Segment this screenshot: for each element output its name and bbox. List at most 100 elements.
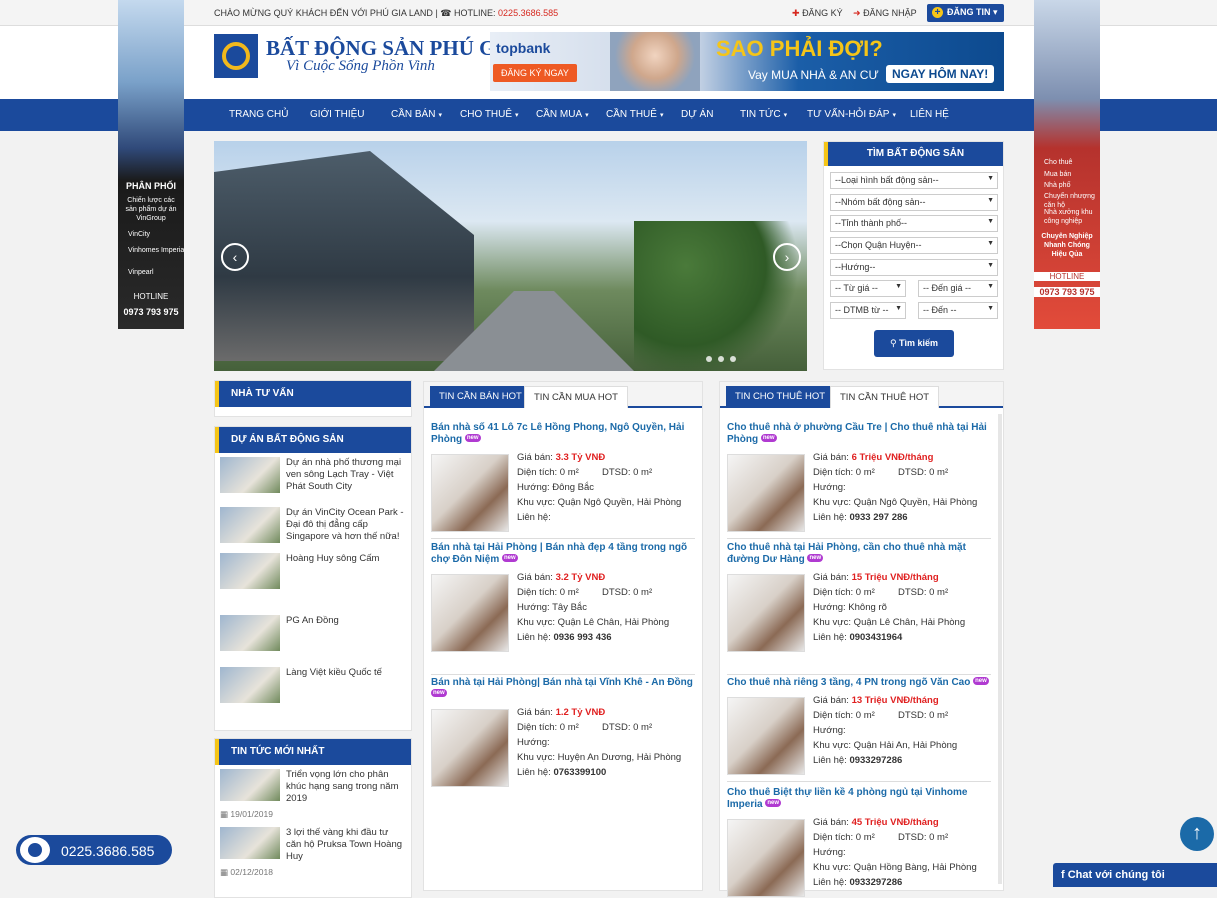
sale-tabs: TIN CẦN BÁN HOT TIN CẦN MUA HOT bbox=[424, 382, 702, 408]
tab-hot-rent[interactable]: TIN CHO THUÊ HOT bbox=[726, 386, 835, 408]
nav-item[interactable]: CẦN THUÊ ▾ bbox=[606, 109, 663, 120]
project-thumbnail[interactable] bbox=[220, 615, 280, 651]
right-side-ad[interactable]: Cho thuê Mua bán Nhà phố Chuyển nhượng c… bbox=[1034, 0, 1100, 329]
listing-thumbnail[interactable] bbox=[727, 454, 805, 532]
left-side-ad[interactable]: PHÂN PHỐI Chiến lược các sản phẩm dự án … bbox=[118, 0, 184, 329]
login-link[interactable]: ➜ ĐĂNG NHẬP bbox=[853, 8, 917, 19]
listing-item[interactable]: Bán nhà số 41 Lô 7c Lê Hồng Phong, Ngô Q… bbox=[431, 422, 695, 534]
listing-item[interactable]: Bán nhà tại Hải Phòng| Bán nhà tại Vĩnh … bbox=[431, 677, 695, 787]
nav-item[interactable]: GIỚI THIỆU bbox=[310, 109, 365, 120]
area-from-select[interactable]: -- DTMB từ -- ▼ bbox=[830, 302, 906, 319]
listing-item[interactable]: Bán nhà tại Hải Phòng | Bán nhà đẹp 4 tầ… bbox=[431, 542, 695, 670]
scroll-top-icon[interactable]: ↑ bbox=[1180, 817, 1214, 851]
slider-dots[interactable] bbox=[706, 353, 742, 365]
banner-register-button[interactable]: ĐĂNG KÝ NGAY bbox=[493, 64, 577, 82]
nav-item[interactable]: TƯ VẤN-HỎI ĐÁP ▾ bbox=[807, 109, 896, 120]
search-button[interactable]: ⚲ Tìm kiếm bbox=[874, 330, 954, 357]
project-item[interactable]: PG An Đồng bbox=[220, 615, 406, 661]
project-title[interactable]: Hoàng Huy sông Cấm bbox=[286, 553, 406, 565]
nav-item[interactable]: CHO THUÊ ▾ bbox=[460, 109, 519, 120]
tab-hot-need-rent[interactable]: TIN CẦN THUÊ HOT bbox=[830, 386, 940, 408]
listing-title[interactable]: Bán nhà tại Hải Phòng| Bán nhà tại Vĩnh … bbox=[431, 677, 695, 701]
project-item[interactable]: Làng Việt kiều Quốc tế bbox=[220, 667, 406, 713]
register-link[interactable]: ✚ ĐĂNG KÝ bbox=[792, 8, 843, 19]
post-listing-button[interactable]: + ĐĂNG TIN ▾ bbox=[927, 4, 1004, 22]
news-item[interactable]: 3 lợi thế vàng khi đầu tư căn hộ Pruksa … bbox=[220, 827, 406, 883]
slider-next-icon[interactable]: › bbox=[773, 243, 801, 271]
listing-dtsd: DTSD: 0 m² bbox=[898, 467, 949, 478]
advisors-title: NHÀ TƯ VẤN bbox=[215, 381, 411, 407]
listing-item[interactable]: Cho thuê nhà ở phường Cầu Tre | Cho thuê… bbox=[727, 422, 991, 534]
project-thumbnail[interactable] bbox=[220, 553, 280, 589]
rent-scrollbar[interactable] bbox=[998, 414, 1002, 884]
area-to-select[interactable]: -- Đến -- ▼ bbox=[918, 302, 998, 319]
hot-rent-panel: TIN CHO THUÊ HOT TIN CẦN THUÊ HOT Cho th… bbox=[719, 381, 1004, 897]
floating-hotline-button[interactable]: 0225.3686.585 bbox=[16, 835, 172, 865]
project-item[interactable]: Hoàng Huy sông Cấm bbox=[220, 553, 406, 599]
nav-item[interactable]: TIN TỨC ▾ bbox=[740, 109, 787, 120]
listing-dtsd: DTSD: 0 m² bbox=[898, 587, 949, 598]
nav-item[interactable]: CẦN BÁN ▾ bbox=[391, 109, 442, 120]
price-from-select[interactable]: -- Từ giá -- ▼ bbox=[830, 280, 906, 297]
topbank-banner[interactable]: topbank ĐĂNG KÝ NGAY SAO PHẢI ĐỢI? Vay M… bbox=[490, 32, 1004, 91]
news-thumbnail[interactable] bbox=[220, 827, 280, 859]
listing-area: Diện tích: 0 m² bbox=[813, 467, 875, 478]
property-group-select[interactable]: --Nhóm bất động sản-- ▼ bbox=[830, 194, 998, 211]
price-to-select[interactable]: -- Đến giá -- ▼ bbox=[918, 280, 998, 297]
project-thumbnail[interactable] bbox=[220, 507, 280, 543]
listing-title[interactable]: Cho thuê Biệt thự liền kề 4 phòng ngủ tạ… bbox=[727, 787, 991, 811]
listing-thumbnail[interactable] bbox=[431, 709, 509, 787]
listing-item[interactable]: Cho thuê nhà tại Hải Phòng, cần cho thuê… bbox=[727, 542, 991, 670]
divider bbox=[727, 674, 991, 675]
project-title[interactable]: PG An Đồng bbox=[286, 615, 406, 627]
project-title[interactable]: Làng Việt kiều Quốc tế bbox=[286, 667, 406, 679]
divider bbox=[431, 538, 695, 539]
tab-hot-sale[interactable]: TIN CẦN BÁN HOT bbox=[430, 386, 531, 408]
news-item[interactable]: Triển vọng lớn cho phân khúc hạng sang t… bbox=[220, 769, 406, 825]
listing-title[interactable]: Cho thuê nhà tại Hải Phòng, cần cho thuê… bbox=[727, 542, 991, 566]
slider-prev-icon[interactable]: ‹ bbox=[221, 243, 249, 271]
listing-area: Diện tích: 0 m² bbox=[517, 587, 579, 598]
listing-price: 6 Triệu VNĐ/tháng bbox=[851, 452, 934, 463]
project-title[interactable]: Dự án nhà phố thương mại ven sông Lạch T… bbox=[286, 457, 406, 493]
chat-button[interactable]: f Chat với chúng tôi bbox=[1053, 863, 1217, 887]
hero-slider[interactable]: ‹ › bbox=[214, 141, 807, 371]
property-search: TÌM BẤT ĐỘNG SẢN --Loại hình bất động sả… bbox=[823, 141, 1004, 370]
site-logo[interactable]: BẤT ĐỘNG SẢN PHÚ GIA Vì Cuộc Sống Phồn V… bbox=[214, 34, 519, 80]
listing-dtsd: DTSD: 0 m² bbox=[602, 587, 653, 598]
news-title[interactable]: Triển vọng lớn cho phân khúc hạng sang t… bbox=[286, 769, 406, 805]
nav-item[interactable]: TRANG CHỦ bbox=[229, 109, 288, 120]
project-item[interactable]: Dự án VinCity Ocean Park - Đại đô thị đẳ… bbox=[220, 507, 406, 553]
hotline-number[interactable]: 0225.3686.585 bbox=[498, 8, 558, 18]
new-badge-icon: new bbox=[765, 799, 782, 807]
news-thumbnail[interactable] bbox=[220, 769, 280, 801]
nav-item[interactable]: CẦN MUA ▾ bbox=[536, 109, 589, 120]
listing-item[interactable]: Cho thuê Biệt thự liền kề 4 phòng ngủ tạ… bbox=[727, 787, 991, 897]
listing-title[interactable]: Cho thuê nhà riêng 3 tầng, 4 PN trong ng… bbox=[727, 677, 991, 689]
nav-item[interactable]: DỰ ÁN bbox=[681, 109, 713, 120]
project-title[interactable]: Dự án VinCity Ocean Park - Đại đô thị đẳ… bbox=[286, 507, 406, 543]
listing-title[interactable]: Cho thuê nhà ở phường Cầu Tre | Cho thuê… bbox=[727, 422, 991, 446]
phone-icon: ☎ bbox=[440, 8, 452, 18]
listing-direction: Hướng: Không rõ bbox=[813, 602, 887, 613]
listing-title[interactable]: Bán nhà tại Hải Phòng | Bán nhà đẹp 4 tầ… bbox=[431, 542, 695, 566]
listing-thumbnail[interactable] bbox=[727, 574, 805, 652]
tab-hot-buy[interactable]: TIN CẦN MUA HOT bbox=[524, 386, 628, 408]
listing-thumbnail[interactable] bbox=[727, 697, 805, 775]
listing-thumbnail[interactable] bbox=[727, 819, 805, 897]
project-item[interactable]: Dự án nhà phố thương mại ven sông Lạch T… bbox=[220, 457, 406, 503]
listing-thumbnail[interactable] bbox=[431, 454, 509, 532]
district-select[interactable]: --Chọn Quận Huyện-- ▼ bbox=[830, 237, 998, 254]
project-thumbnail[interactable] bbox=[220, 457, 280, 493]
listing-thumbnail[interactable] bbox=[431, 574, 509, 652]
listing-item[interactable]: Cho thuê nhà riêng 3 tầng, 4 PN trong ng… bbox=[727, 677, 991, 777]
direction-select[interactable]: --Hướng-- ▼ bbox=[830, 259, 998, 276]
listing-region: Khu vực: Quận Lê Chân, Hải Phòng bbox=[813, 617, 966, 628]
news-date: ▦ 19/01/2019 bbox=[220, 809, 273, 819]
listing-title[interactable]: Bán nhà số 41 Lô 7c Lê Hồng Phong, Ngô Q… bbox=[431, 422, 695, 446]
property-type-select[interactable]: --Loại hình bất động sản-- ▼ bbox=[830, 172, 998, 189]
nav-item[interactable]: LIÊN HỆ bbox=[910, 109, 949, 120]
province-select[interactable]: --Tỉnh thành phố-- ▼ bbox=[830, 215, 998, 232]
news-title[interactable]: 3 lợi thế vàng khi đầu tư căn hộ Pruksa … bbox=[286, 827, 406, 863]
project-thumbnail[interactable] bbox=[220, 667, 280, 703]
